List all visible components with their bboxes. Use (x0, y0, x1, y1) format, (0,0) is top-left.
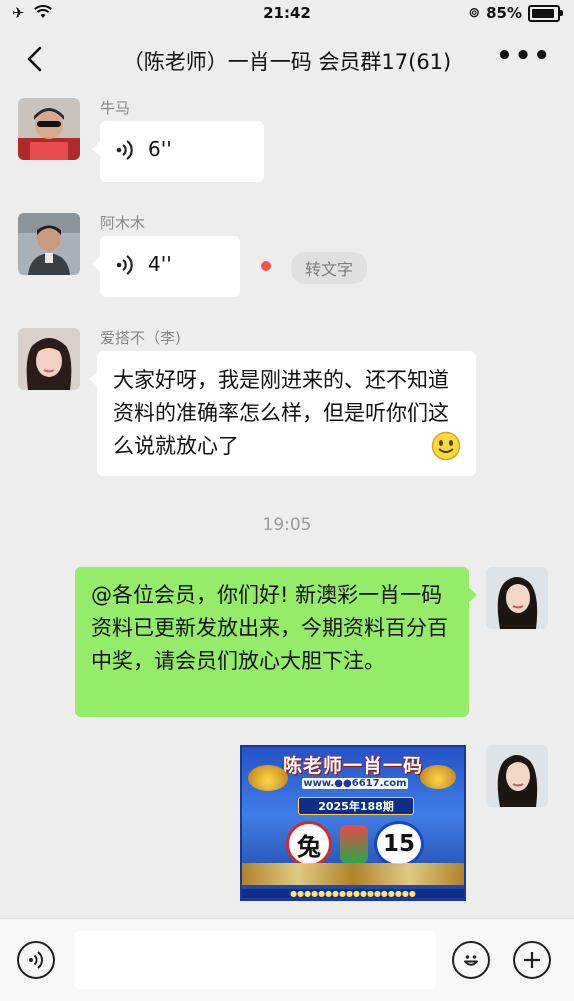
voice-bubble[interactable]: 4'' (92, 236, 240, 297)
gold-bottom (242, 863, 464, 885)
voice-bubble[interactable]: 6'' (92, 121, 264, 182)
zodiac-circle: 兔 (286, 821, 332, 867)
avatar[interactable] (18, 213, 80, 275)
chat-title: （陈老师）一肖一码 会员群17(61) (122, 50, 452, 74)
message-input[interactable] (74, 931, 436, 989)
more-icon[interactable]: ••• (496, 42, 552, 70)
image-url: www.●●6617.com (302, 778, 408, 789)
avatar[interactable] (486, 567, 548, 629)
text-bubble[interactable]: @各位会员，你们好! 新澳彩一肖一码资料已更新发放出来，今期资料百分百中奖，请会… (75, 567, 477, 717)
avatar[interactable] (486, 745, 548, 807)
text-bubble[interactable]: 大家好呀，我是刚进来的、还不知道资料的准确率怎么样，但是听你们这么说就放心了 (89, 351, 476, 476)
message-text: 大家好呀，我是刚进来的、还不知道资料的准确率怎么样，但是听你们这么说就放心了 (113, 368, 449, 458)
back-icon[interactable] (18, 42, 52, 76)
sender-name: 牛马 (100, 99, 131, 117)
battery-percent: 85% (486, 4, 522, 22)
more-functions-button[interactable] (513, 941, 551, 979)
zodiac-animal: 兔 (297, 832, 321, 861)
sender-name: 爱搭不（李) (100, 329, 181, 347)
image-footer: ●●●●●●●●●●●●●●●●●● (242, 889, 464, 898)
unread-dot (261, 261, 271, 271)
ornament (340, 825, 368, 863)
voice-wave-icon (116, 254, 133, 275)
smile-emoji-icon (431, 431, 461, 461)
sender-name: 阿木木 (100, 214, 146, 232)
voice-icon (29, 951, 43, 969)
status-bar: ✈ 21:42 ⊚ 85% (0, 0, 574, 28)
gold-pile-right (420, 765, 456, 789)
emoji-button[interactable] (452, 941, 490, 979)
battery-icon (528, 4, 563, 22)
voice-duration: 4'' (148, 252, 172, 276)
avatar[interactable] (18, 98, 80, 160)
message-text: @各位会员，你们好! 新澳彩一肖一码资料已更新发放出来，今期资料百分百中奖，请会… (91, 583, 448, 673)
to-text-button[interactable]: 转文字 (291, 252, 368, 284)
voice-wave-icon (116, 139, 133, 160)
avatar[interactable] (18, 328, 80, 390)
gold-pile-left (248, 765, 288, 791)
emoji-icon (464, 955, 478, 966)
rotation-lock-icon: ⊚ (468, 5, 481, 21)
lucky-number: 15 (382, 831, 415, 857)
plus-icon (524, 952, 540, 968)
time-separator: 19:05 (262, 515, 312, 535)
status-right: ⊚ 85% (468, 4, 563, 22)
chat-header: （陈老师）一肖一码 会员群17(61) ••• (0, 28, 574, 92)
input-bar (0, 918, 574, 1001)
voice-duration: 6'' (148, 137, 172, 161)
voice-input-button[interactable] (17, 941, 55, 979)
number-circle: 15 (374, 821, 424, 867)
image-period: 2025年188期 (298, 797, 414, 815)
image-message[interactable]: 陈老师一肖一码 www.●●6617.com 2025年188期 兔 15 ●●… (240, 745, 466, 901)
